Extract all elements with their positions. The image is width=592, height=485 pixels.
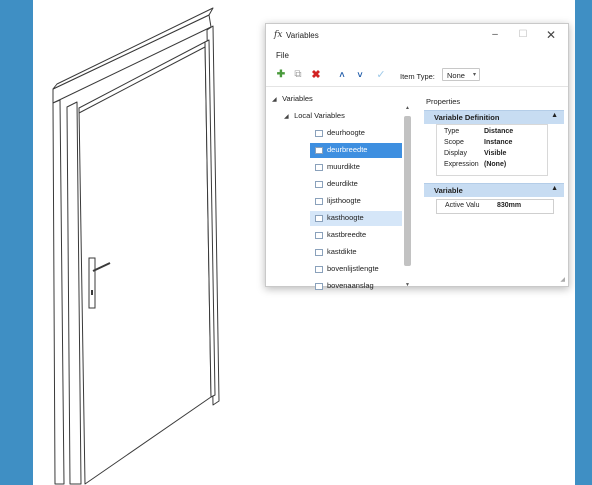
variable-label: kastbreedte [327, 230, 367, 239]
variable-icon [315, 147, 323, 154]
variable-label: muurdikte [327, 162, 360, 171]
collapse-icon[interactable]: ▲ [551, 112, 558, 119]
move-up-icon[interactable]: ˄ [335, 68, 349, 82]
section-variable[interactable]: Variable ▲ [424, 183, 564, 197]
tree-group-local-variables[interactable]: ◢ Local Variables [284, 109, 345, 123]
menu-bar: File [266, 48, 568, 62]
frame-left-inner [66, 101, 82, 485]
variable-label: lijsthoogte [327, 196, 361, 205]
collapse-icon[interactable]: ▲ [551, 185, 558, 192]
variable-icon [315, 232, 323, 239]
new-variable-icon[interactable]: ✚ [274, 68, 288, 82]
variable-label: kasthoogte [327, 213, 364, 222]
list-item[interactable]: deurhoogte [310, 126, 402, 141]
property-key: Scope [444, 139, 464, 146]
toolbar: ✚ ⧉ ✖ ˄ ˅ ✓ Item Type: None ▾ [266, 64, 568, 87]
variable-icon [315, 198, 323, 205]
variable-label: bovenlijstlengte [327, 264, 379, 273]
variable-icon [315, 215, 323, 222]
variable-label: kastdikte [327, 247, 357, 256]
delete-icon[interactable]: ✖ [309, 68, 323, 82]
keyhole [91, 290, 93, 295]
list-item[interactable]: kastbreedte [310, 228, 402, 243]
variable-icon [315, 266, 323, 273]
property-value[interactable]: Instance [484, 139, 512, 146]
item-type-label: Item Type: [400, 72, 435, 81]
variable-icon [315, 181, 323, 188]
close-button[interactable]: ✕ [538, 27, 564, 43]
minimize-button[interactable]: – [482, 27, 508, 43]
item-type-value: None [447, 71, 465, 80]
list-item[interactable]: kasthoogte [310, 211, 402, 226]
variables-tree[interactable]: ◢ Variables ◢ Local Variables deurhoogte… [266, 88, 416, 290]
variable-icon [315, 249, 323, 256]
active-value-label: Active Valu [445, 202, 480, 209]
variable-label: deurhoogte [327, 128, 365, 137]
scroll-up-icon[interactable]: ▲ [403, 105, 412, 111]
active-value-field[interactable]: 830mm [497, 202, 521, 209]
expand-caret-icon[interactable]: ◢ [272, 93, 280, 107]
property-key: Expression [444, 161, 479, 168]
list-item[interactable]: bovenlijstlengte [310, 262, 402, 277]
scroll-down-icon[interactable]: ▼ [403, 282, 412, 288]
property-value[interactable]: Distance [484, 128, 513, 135]
resize-grip-icon[interactable]: ◢ [560, 276, 565, 283]
property-value[interactable]: (None) [484, 161, 506, 168]
variable-label: deurdikte [327, 179, 358, 188]
section-variable-definition[interactable]: Variable Definition ▲ [424, 110, 564, 124]
list-item[interactable]: kastdikte [310, 245, 402, 260]
item-type-select[interactable]: None ▾ [442, 68, 480, 81]
list-item[interactable]: deurbreedte [310, 143, 402, 158]
drawing-canvas[interactable]: fx Variables – ☐ ✕ File ✚ ⧉ ✖ ˄ ˅ ✓ Item… [33, 0, 575, 485]
tree-scrollbar[interactable]: ▲ ▼ [403, 105, 412, 288]
tree-group-label: Local Variables [294, 111, 345, 120]
frame-left-jamb [52, 99, 65, 485]
list-item[interactable]: bovenaanslag [310, 279, 402, 294]
variable-label: bovenaanslag [327, 281, 374, 290]
list-item[interactable]: deurdikte [310, 177, 402, 192]
property-value[interactable]: Visible [484, 150, 506, 157]
variables-dialog[interactable]: fx Variables – ☐ ✕ File ✚ ⧉ ✖ ˄ ˅ ✓ Item… [265, 23, 569, 290]
dialog-title: Variables [286, 31, 319, 40]
active-value-row[interactable]: Active Valu 830mm [436, 199, 554, 214]
variable-icon [315, 164, 323, 171]
list-item[interactable]: lijsthoogte [310, 194, 402, 209]
list-item[interactable]: muurdikte [310, 160, 402, 175]
fx-icon: fx [274, 30, 283, 40]
properties-title: Properties [426, 97, 461, 106]
tree-root-variables[interactable]: ◢ Variables [272, 92, 313, 106]
move-down-icon[interactable]: ˅ [353, 68, 367, 82]
section-title: Variable [434, 186, 463, 195]
property-key: Type [444, 128, 460, 135]
property-key: Display [444, 150, 467, 157]
chevron-down-icon: ▾ [472, 72, 476, 78]
copy-icon[interactable]: ⧉ [291, 68, 305, 82]
tree-root-label: Variables [282, 94, 313, 103]
menu-file[interactable]: File [276, 51, 289, 60]
section-title: Variable Definition [434, 113, 500, 122]
maximize-button[interactable]: ☐ [510, 27, 536, 43]
handle-plate [88, 257, 96, 309]
title-bar[interactable]: fx Variables – ☐ ✕ [266, 24, 568, 46]
expand-caret-icon[interactable]: ◢ [284, 110, 292, 124]
variable-icon [315, 283, 323, 290]
scroll-thumb[interactable] [404, 116, 411, 266]
variable-icon [315, 130, 323, 137]
evaluate-check-icon[interactable]: ✓ [374, 68, 388, 82]
door-leaf [78, 41, 212, 485]
variable-label: deurbreedte [327, 145, 368, 154]
